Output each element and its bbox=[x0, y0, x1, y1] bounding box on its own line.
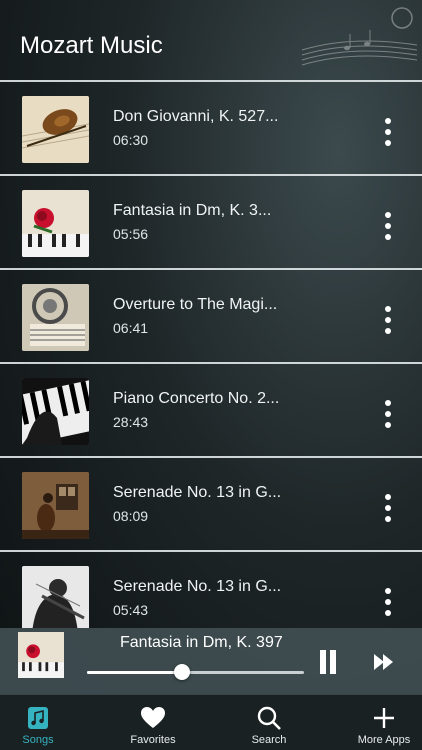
progress-fill bbox=[87, 671, 183, 674]
header: Mozart Music bbox=[0, 0, 422, 80]
tab-label: Songs bbox=[22, 734, 54, 746]
more-options-icon[interactable] bbox=[384, 588, 392, 616]
search-icon bbox=[257, 706, 281, 730]
now-playing-title: Fantasia in Dm, K. 397 bbox=[120, 634, 283, 651]
tab-more-apps[interactable]: More Apps bbox=[346, 695, 422, 750]
song-row[interactable]: Don Giovanni, K. 527... 06:30 bbox=[0, 80, 422, 174]
more-options-icon[interactable] bbox=[384, 118, 392, 146]
tab-bar: Songs Favorites Search More Apps bbox=[0, 694, 422, 750]
song-title: Overture to The Magi... bbox=[113, 296, 278, 313]
song-thumbnail bbox=[22, 190, 89, 257]
song-thumbnail bbox=[22, 566, 89, 628]
tab-favorites[interactable]: Favorites bbox=[115, 695, 191, 750]
more-options-icon[interactable] bbox=[384, 400, 392, 428]
song-thumbnail bbox=[22, 96, 89, 163]
pause-icon[interactable] bbox=[318, 650, 338, 674]
song-list[interactable]: Don Giovanni, K. 527... 06:30 Fantasia i… bbox=[0, 80, 422, 628]
now-playing-bar[interactable]: Fantasia in Dm, K. 397 bbox=[0, 628, 422, 694]
tab-search[interactable]: Search bbox=[231, 695, 307, 750]
music-note-icon bbox=[28, 707, 48, 729]
song-row[interactable]: Fantasia in Dm, K. 3... 05:56 bbox=[0, 174, 422, 268]
song-thumbnail bbox=[22, 284, 89, 351]
song-title: Serenade No. 13 in G... bbox=[113, 578, 282, 595]
song-duration: 05:56 bbox=[113, 226, 149, 242]
song-title: Serenade No. 13 in G... bbox=[113, 484, 282, 501]
song-title: Don Giovanni, K. 527... bbox=[113, 108, 279, 125]
tab-label: More Apps bbox=[357, 734, 411, 746]
tab-songs[interactable]: Songs bbox=[0, 695, 76, 750]
now-playing-thumbnail bbox=[18, 632, 64, 678]
song-duration: 06:30 bbox=[113, 132, 149, 148]
sheet-music-decoration bbox=[301, 7, 418, 66]
progress-knob[interactable] bbox=[174, 664, 191, 680]
plus-icon bbox=[374, 708, 394, 728]
page-title: Mozart Music bbox=[20, 32, 163, 59]
song-duration: 08:09 bbox=[113, 508, 149, 524]
song-duration: 06:41 bbox=[113, 320, 149, 336]
song-duration: 28:43 bbox=[113, 414, 149, 430]
progress-slider[interactable] bbox=[87, 671, 304, 674]
song-row[interactable]: Serenade No. 13 in G... 08:09 bbox=[0, 456, 422, 550]
song-row[interactable]: Overture to The Magi... 06:41 bbox=[0, 268, 422, 362]
song-thumbnail bbox=[22, 472, 89, 539]
more-options-icon[interactable] bbox=[384, 494, 392, 522]
tab-label: Search bbox=[251, 734, 287, 746]
more-options-icon[interactable] bbox=[384, 306, 392, 334]
song-title: Piano Concerto No. 2... bbox=[113, 390, 280, 407]
song-row[interactable]: Serenade No. 13 in G... 05:43 bbox=[0, 550, 422, 628]
song-thumbnail bbox=[22, 378, 89, 445]
song-title: Fantasia in Dm, K. 3... bbox=[113, 202, 272, 219]
fast-forward-icon[interactable] bbox=[374, 654, 394, 670]
song-row[interactable]: Piano Concerto No. 2... 28:43 bbox=[0, 362, 422, 456]
more-options-icon[interactable] bbox=[384, 212, 392, 240]
heart-icon bbox=[141, 707, 165, 728]
song-duration: 05:43 bbox=[113, 602, 149, 618]
tab-label: Favorites bbox=[130, 734, 176, 746]
